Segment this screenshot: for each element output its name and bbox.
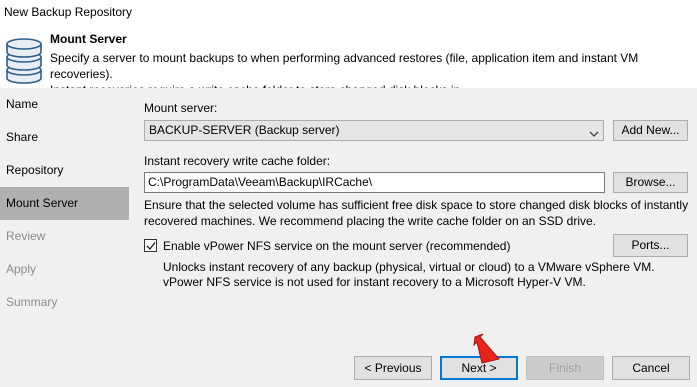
- nfs-checkbox-label[interactable]: Enable vPower NFS service on the mount s…: [163, 239, 510, 253]
- note-line: Unlocks instant recovery of any backup (…: [163, 260, 655, 274]
- nfs-checkbox[interactable]: [144, 239, 157, 252]
- note-line: Ensure that the selected volume has suff…: [144, 198, 689, 212]
- mount-server-value: BACKUP-SERVER (Backup server): [149, 123, 340, 137]
- wizard-footer: < Previous Next > Finish Cancel: [0, 343, 697, 387]
- cache-folder-input[interactable]: C:\ProgramData\Veeam\Backup\IRCache\: [144, 172, 605, 193]
- red-arrow-cursor-icon: [473, 333, 503, 367]
- nfs-note: Unlocks instant recovery of any backup (…: [163, 260, 683, 290]
- database-icon: [4, 32, 44, 84]
- checkmark-icon: [146, 242, 156, 251]
- add-new-button[interactable]: Add New...: [613, 120, 688, 141]
- mount-server-label: Mount server:: [144, 101, 218, 115]
- note-line: recovered machines. We recommend placing…: [144, 214, 596, 228]
- mount-server-select[interactable]: BACKUP-SERVER (Backup server): [144, 120, 604, 141]
- cache-folder-label: Instant recovery write cache folder:: [144, 154, 331, 168]
- note-line: vPower NFS service is not used for insta…: [163, 275, 586, 289]
- step-share[interactable]: Share: [0, 121, 136, 154]
- window-title: New Backup Repository: [0, 0, 697, 26]
- step-name[interactable]: Name: [0, 88, 136, 121]
- step-review: Review: [6, 229, 46, 243]
- cache-folder-note: Ensure that the selected volume has suff…: [144, 197, 694, 229]
- browse-button[interactable]: Browse...: [613, 172, 688, 193]
- step-repository[interactable]: Repository: [0, 154, 136, 187]
- wizard-header: Mount Server Specify a server to mount b…: [0, 26, 697, 97]
- mount-server-panel: Mount server: BACKUP-SERVER (Backup serv…: [136, 88, 697, 343]
- chevron-down-icon[interactable]: [589, 127, 599, 137]
- cancel-button[interactable]: Cancel: [612, 356, 690, 380]
- finish-button: Finish: [526, 356, 604, 380]
- step-apply: Apply: [6, 262, 37, 276]
- step-mount-server[interactable]: Mount Server: [0, 187, 129, 220]
- previous-button[interactable]: < Previous: [354, 356, 432, 380]
- wizard-steps: Name Share Repository Mount Server Revie…: [0, 88, 136, 343]
- page-title: Mount Server: [50, 32, 127, 46]
- step-summary: Summary: [6, 295, 58, 309]
- description-line: Specify a server to mount backups to whe…: [50, 51, 639, 81]
- ports-button[interactable]: Ports...: [613, 234, 688, 257]
